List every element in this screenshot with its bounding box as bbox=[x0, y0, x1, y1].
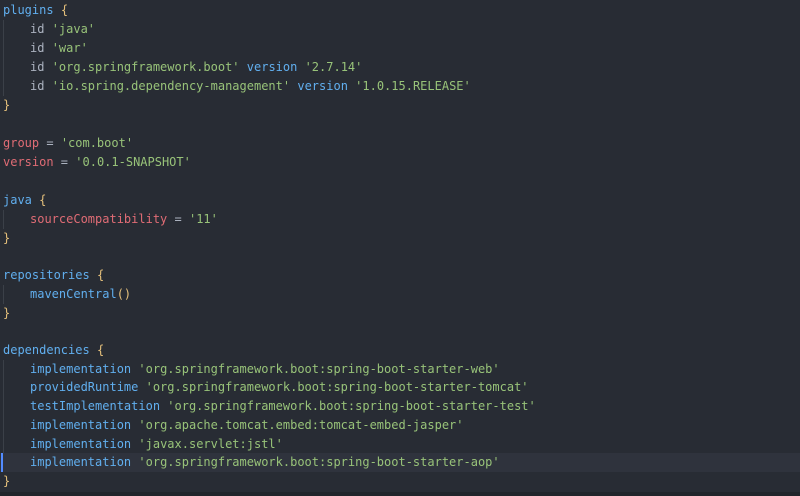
code-line: testImplementation 'org.springframework.… bbox=[0, 397, 800, 416]
test-implementation-keyword: testImplementation bbox=[30, 399, 161, 413]
parens: () bbox=[116, 287, 132, 301]
code-line: version = '0.0.1-SNAPSHOT' bbox=[0, 153, 800, 172]
version-property: version bbox=[3, 155, 54, 169]
plugin-string: 'io.spring.dependency-management' bbox=[51, 79, 291, 93]
mavencentral-call: mavenCentral bbox=[30, 287, 117, 301]
code-line: group = 'com.boot' bbox=[0, 134, 800, 153]
plugin-string: 'java' bbox=[51, 22, 96, 36]
id-keyword: id bbox=[30, 41, 45, 55]
code-line: id 'war' bbox=[0, 39, 800, 58]
code-line: } bbox=[0, 472, 800, 491]
current-code-line[interactable]: implementation 'org.springframework.boot… bbox=[0, 453, 800, 472]
dependency-string: 'org.springframework.boot:spring-boot-st… bbox=[138, 362, 500, 376]
code-line: mavenCentral() bbox=[0, 285, 800, 304]
plugin-string: 'war' bbox=[51, 41, 88, 55]
dependency-string: 'org.springframework.boot:spring-boot-st… bbox=[145, 380, 529, 394]
equals-operator: = bbox=[167, 212, 189, 226]
code-line: repositories { bbox=[0, 266, 800, 285]
code-line: plugins { bbox=[0, 1, 800, 20]
implementation-keyword: implementation bbox=[30, 362, 132, 376]
implementation-keyword: implementation bbox=[30, 418, 132, 432]
plugins-keyword: plugins bbox=[3, 3, 54, 17]
code-line: } bbox=[0, 229, 800, 248]
code-line: implementation 'org.apache.tomcat.embed:… bbox=[0, 416, 800, 435]
close-brace: } bbox=[3, 231, 11, 245]
id-keyword: id bbox=[30, 60, 45, 74]
sourcecompat-value: '11' bbox=[188, 212, 218, 226]
plugin-string: 'org.springframework.boot' bbox=[51, 60, 240, 74]
id-keyword: id bbox=[30, 22, 45, 36]
group-value: 'com.boot' bbox=[60, 136, 134, 150]
open-brace: { bbox=[96, 343, 105, 357]
java-keyword: java bbox=[3, 193, 32, 207]
implementation-keyword: implementation bbox=[30, 455, 132, 469]
close-brace: } bbox=[3, 98, 11, 112]
dependency-string: 'org.apache.tomcat.embed:tomcat-embed-ja… bbox=[138, 418, 464, 432]
code-line: } bbox=[0, 96, 800, 115]
equals-operator: = bbox=[53, 155, 76, 169]
dependency-string: 'javax.servlet:jstl' bbox=[138, 437, 283, 451]
close-brace: } bbox=[3, 474, 11, 488]
open-brace: { bbox=[96, 268, 105, 282]
code-line: java { bbox=[0, 191, 800, 210]
repositories-keyword: repositories bbox=[3, 268, 90, 282]
implementation-keyword: implementation bbox=[30, 437, 132, 451]
code-editor[interactable]: plugins { id 'java' id 'war' id 'org.spr… bbox=[0, 0, 800, 496]
code-line: } bbox=[0, 304, 800, 323]
editor-bottom-edge bbox=[0, 492, 800, 496]
version-keyword: version bbox=[246, 60, 298, 74]
version-keyword: version bbox=[297, 79, 348, 93]
id-keyword: id bbox=[30, 79, 45, 93]
version-value: '0.0.1-SNAPSHOT' bbox=[75, 155, 191, 169]
version-string: '2.7.14' bbox=[304, 60, 363, 74]
dependency-string: 'org.springframework.boot:spring-boot-st… bbox=[167, 399, 536, 413]
version-string: '1.0.15.RELEASE' bbox=[355, 79, 471, 93]
code-line: id 'java' bbox=[0, 20, 800, 39]
equals-operator: = bbox=[39, 136, 61, 150]
sourcecompat-property: sourceCompatibility bbox=[30, 212, 168, 226]
code-line: implementation 'javax.servlet:jstl' bbox=[0, 435, 800, 454]
code-line: providedRuntime 'org.springframework.boo… bbox=[0, 378, 800, 397]
close-brace: } bbox=[3, 306, 11, 320]
code-line: implementation 'org.springframework.boot… bbox=[0, 360, 800, 379]
code-line: dependencies { bbox=[0, 341, 800, 360]
open-brace: { bbox=[39, 193, 47, 207]
dependencies-keyword: dependencies bbox=[3, 343, 90, 357]
open-brace: { bbox=[60, 3, 69, 17]
group-property: group bbox=[3, 136, 40, 150]
code-line: sourceCompatibility = '11' bbox=[0, 210, 800, 229]
code-line: id 'io.spring.dependency-management' ver… bbox=[0, 77, 800, 96]
dependency-string: 'org.springframework.boot:spring-boot-st… bbox=[138, 455, 500, 469]
provided-runtime-keyword: providedRuntime bbox=[30, 380, 139, 394]
code-line: id 'org.springframework.boot' version '2… bbox=[0, 58, 800, 77]
